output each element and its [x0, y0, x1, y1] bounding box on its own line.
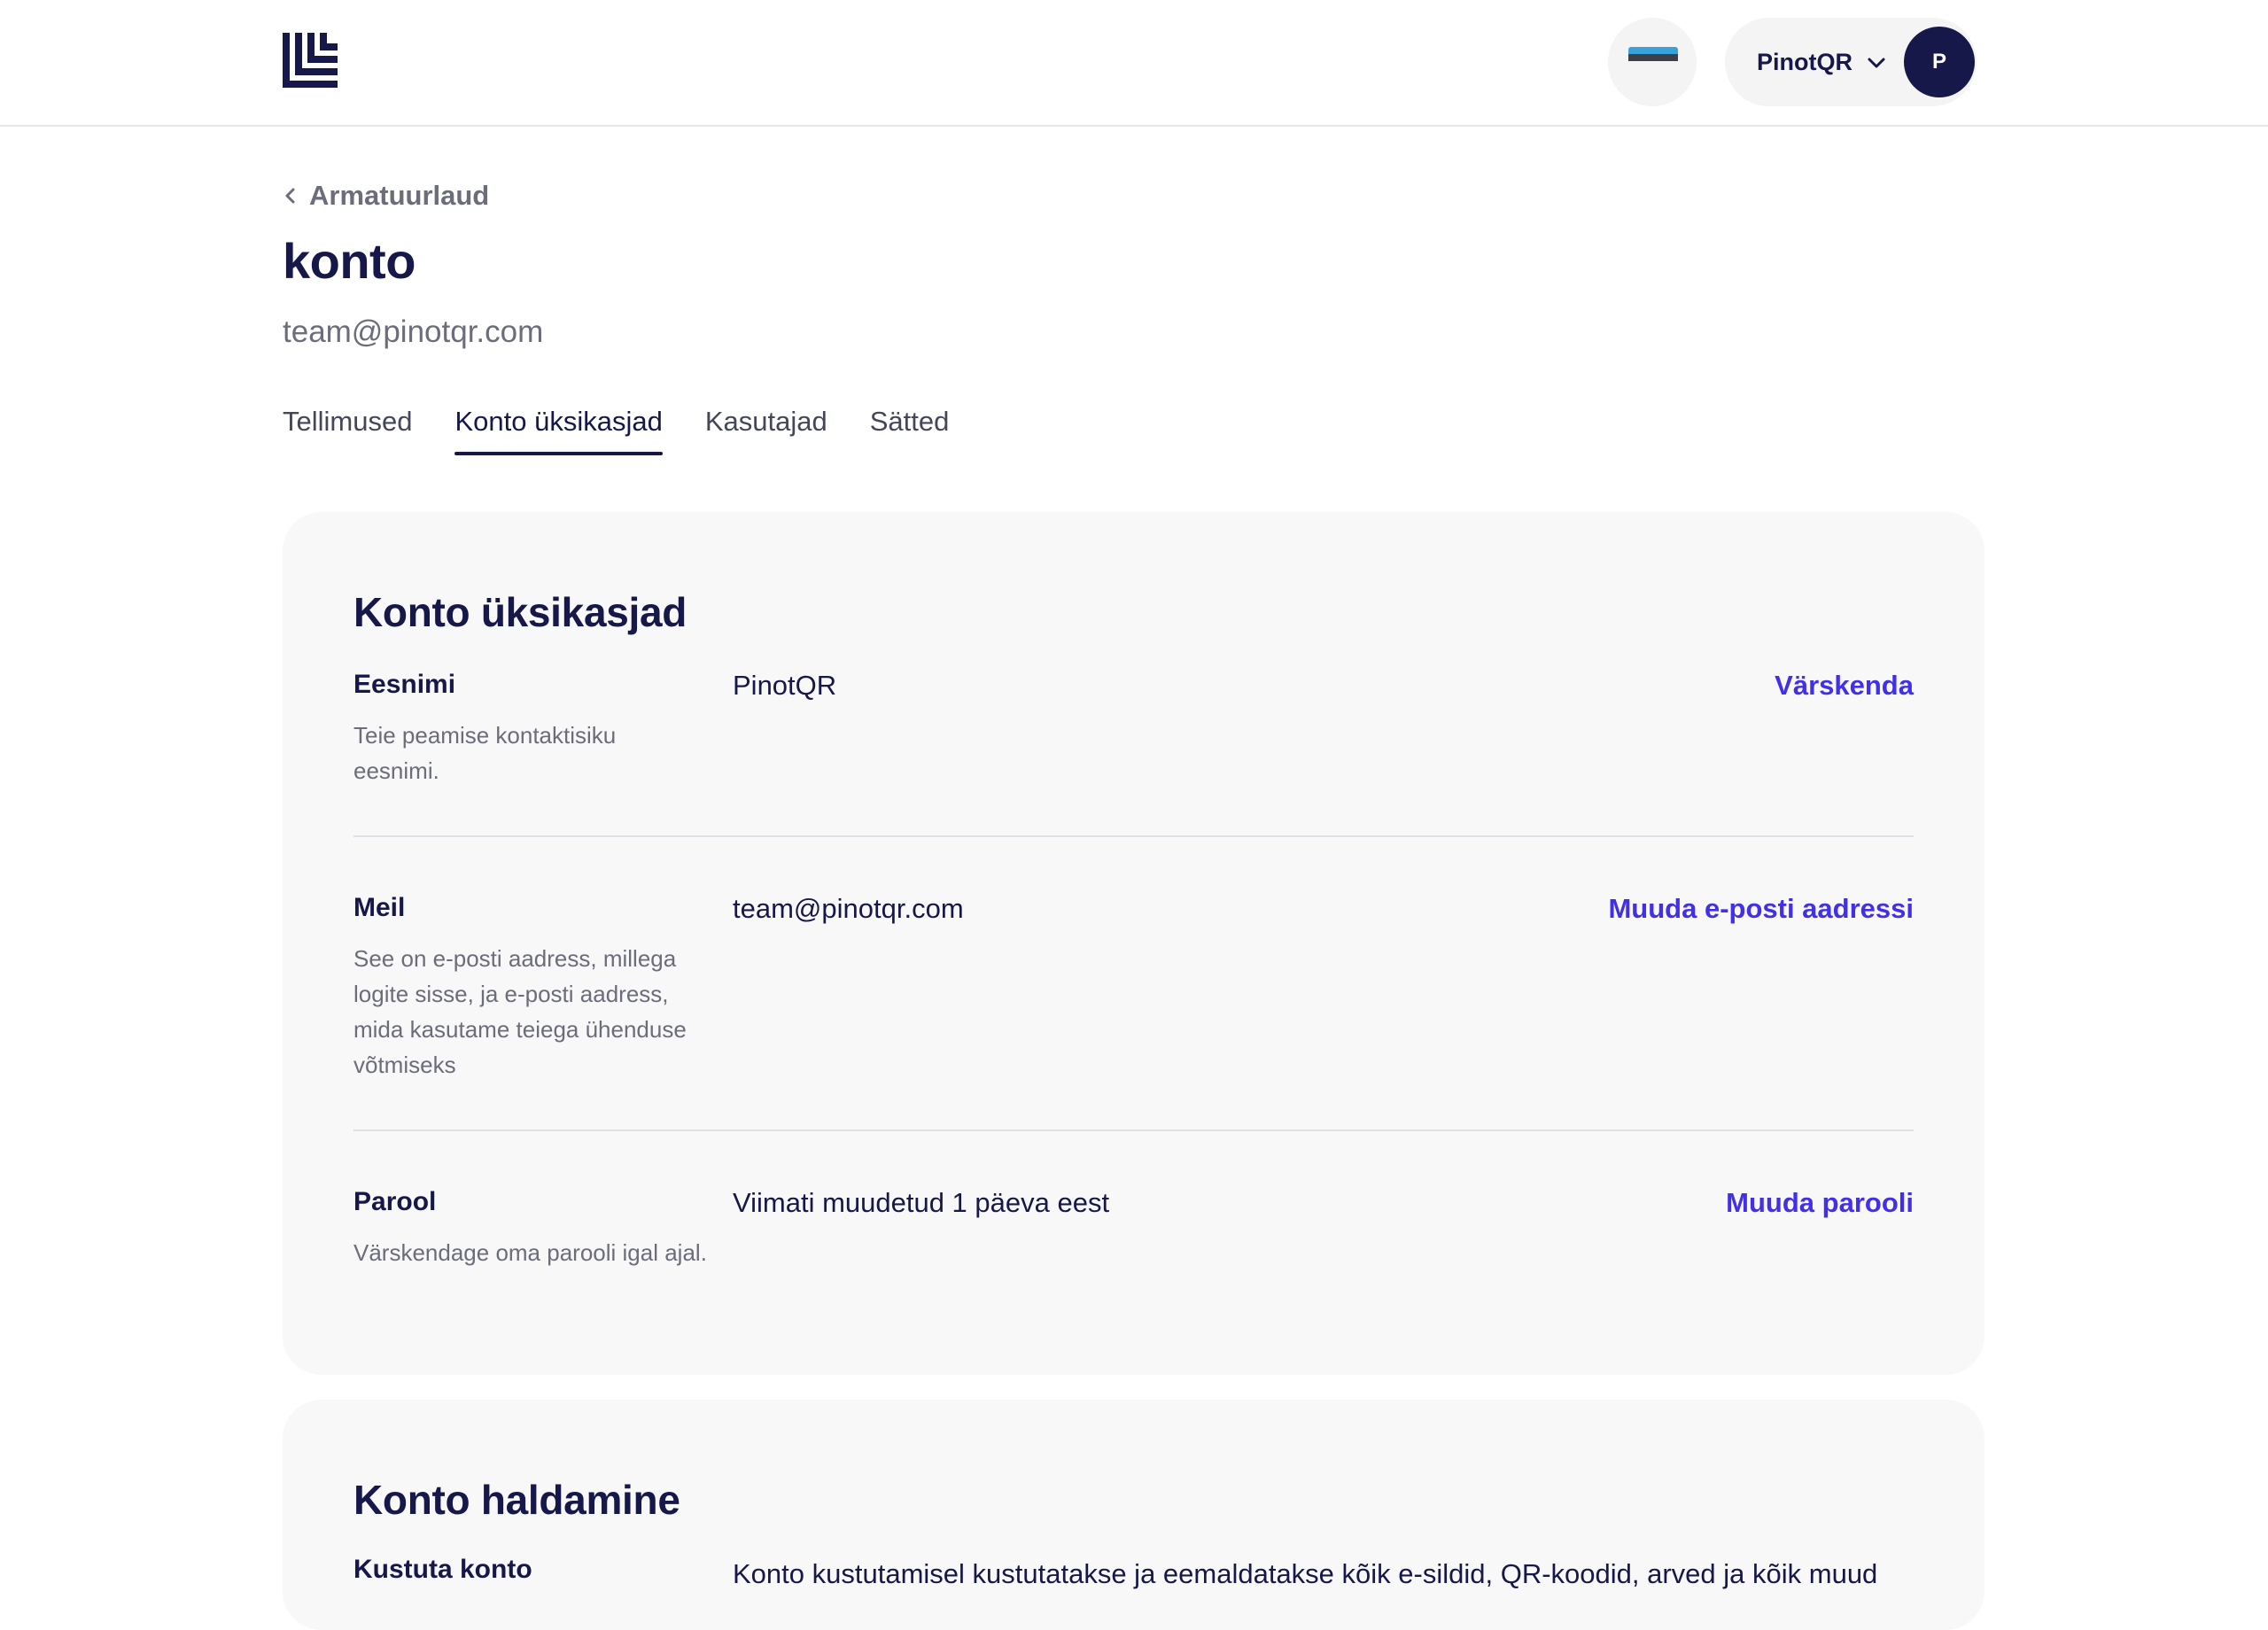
pinotqr-logo-icon[interactable] [283, 33, 338, 88]
page-title: konto [283, 233, 416, 289]
tab-konto-uksikasjad[interactable]: Konto üksikasjad [454, 406, 664, 455]
account-management-card: Konto haldamine Kustuta konto Konto kust… [283, 1400, 1984, 1630]
update-first-name-link[interactable]: Värskenda [1775, 670, 1914, 702]
row-divider [353, 835, 1914, 837]
account-name: PinotQR [1757, 49, 1852, 75]
tab-kasutajad[interactable]: Kasutajad [705, 406, 827, 455]
account-management-title: Konto haldamine [353, 1477, 680, 1523]
chevron-down-icon [1868, 58, 1885, 68]
language-selector-button[interactable] [1608, 18, 1697, 106]
first-name-label: Eesnimi [353, 670, 456, 699]
email-label: Meil [353, 893, 406, 922]
account-menu-button[interactable]: PinotQR P [1725, 18, 1977, 106]
breadcrumb[interactable]: Armatuurlaud [283, 180, 489, 212]
account-email: team@pinotqr.com [283, 314, 544, 349]
chevron-left-icon [285, 188, 295, 204]
breadcrumb-label[interactable]: Armatuurlaud [309, 180, 489, 212]
first-name-value: PinotQR [733, 670, 837, 701]
avatar: P [1904, 27, 1975, 97]
change-password-link[interactable]: Muuda parooli [1726, 1187, 1914, 1219]
delete-account-text: Konto kustutamisel kustutatakse ja eemal… [733, 1558, 1878, 1589]
account-tabs: Tellimused Konto üksikasjad Kasutajad Sä… [283, 406, 949, 455]
password-label: Parool [353, 1187, 437, 1216]
delete-account-label: Kustuta konto [353, 1555, 532, 1584]
password-value: Viimati muudetud 1 päeva eest [733, 1187, 1110, 1218]
account-details-card: Konto üksikasjad Eesnimi Teie peamise ko… [283, 512, 1984, 1375]
account-details-title: Konto üksikasjad [353, 589, 687, 635]
first-name-description: Teie peamise kontaktisiku eesnimi. [353, 722, 617, 784]
estonian-flag-icon [1628, 47, 1678, 68]
tab-satted[interactable]: Sätted [870, 406, 950, 455]
change-email-link[interactable]: Muuda e-posti aadressi [1608, 893, 1914, 925]
email-value: team@pinotqr.com [733, 893, 964, 924]
row-divider [353, 1129, 1914, 1131]
password-description: Värskendage oma parooli igal ajal. [353, 1239, 707, 1266]
email-description: See on e-posti aadress, millega logite s… [353, 945, 687, 1078]
tab-tellimused[interactable]: Tellimused [283, 406, 412, 455]
top-navigation-bar: PinotQR P [0, 0, 2268, 127]
